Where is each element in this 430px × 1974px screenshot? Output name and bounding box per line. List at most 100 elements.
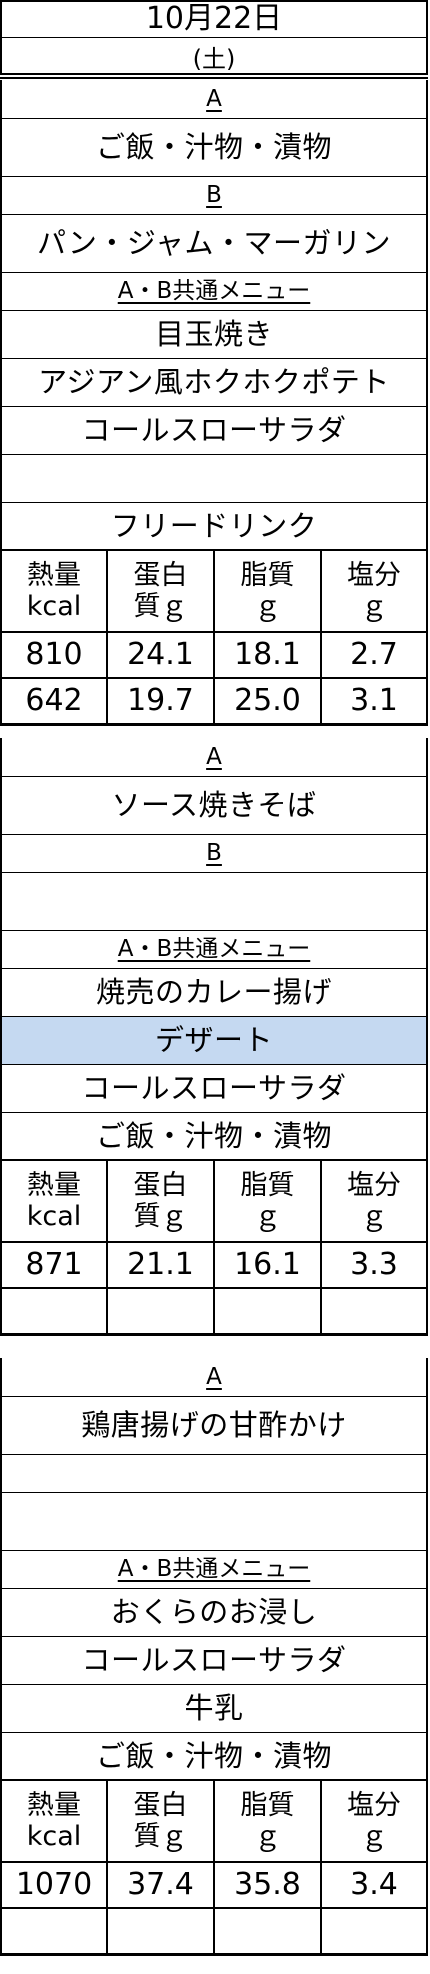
nutrition-header-cell: 塩分 ｇ [322,1780,426,1862]
nutrition-value-cell [2,1908,108,1954]
menu-text: ご飯・汁物・漬物 [95,1118,332,1153]
menu-text: A・B共通メニュー [117,1555,311,1582]
row-divider [0,214,428,215]
menu-section-1-s1-b-label: B [0,176,428,214]
nutrition-header-text: 質ｇ [133,591,188,622]
nutrition-header-text: 脂質 [240,1789,295,1821]
nutrition-header-text: kcal [26,591,82,622]
row-divider [0,272,428,273]
nutrition-header-cell: 蛋白 質ｇ [108,1780,215,1862]
nutrition-header-cell: 塩分 ｇ [322,1160,426,1242]
menu-text: A [206,85,222,112]
row-divider [0,73,428,75]
menu-section-3-s3-common-item1: おくらのお浸し [0,1588,428,1636]
nutrition-value-cell: 37.4 [108,1862,215,1908]
menu-section-2-s2-a-item1: ソース焼きそば [0,776,428,834]
nutrition-header-text: 蛋白 [133,1789,188,1821]
menu-section-3-s3-common-item4: ご飯・汁物・漬物 [0,1732,428,1780]
row-divider [0,834,428,835]
menu-section-2-s2-common-item1: 焼売のカレー揚げ [0,968,428,1016]
menu-section-3-nutrition-header: 熱量 kcal 蛋白 質ｇ 脂質 ｇ 塩分 ｇ [0,1780,428,1862]
nutrition-header-text: ｇ [360,591,388,622]
menu-text: A [206,1363,222,1390]
nutrition-value-cell: 25.0 [215,678,322,724]
nutrition-value-cell: 3.4 [350,1867,398,1902]
menu-text: A・B共通メニュー [117,935,311,962]
menu-text: 焼売のカレー揚げ [95,974,332,1009]
nutrition-header-text: ｇ [254,591,281,622]
menu-section-1-s1-common-item2: アジアン風ホクホクポテト [0,358,428,406]
nutrition-header-text: 塩分 [347,1789,401,1821]
row-divider [0,1454,428,1455]
nutrition-value-cell: 19.7 [108,678,215,724]
menu-section-1-s1-common-item3: コールスローサラダ [0,406,428,454]
nutrition-value-cell: 810 [2,632,108,678]
menu-section-1-s1-common-item4 [0,454,428,502]
menu-section-1-nutrition-header: 熱量 kcal 蛋白 質ｇ 脂質 ｇ 塩分 ｇ [0,550,428,632]
menu-section-3-s3-a-item1: 鶏唐揚げの甘酢かけ [0,1396,428,1454]
row-divider [0,1684,428,1685]
nutrition-header-cell: 熱量 kcal [2,1160,108,1242]
weekday-cell: (土) [0,38,428,74]
row-divider [0,1112,428,1113]
nutrition-value-cell [2,1288,108,1334]
row-divider [0,118,428,119]
menu-text: コールスローサラダ [81,1642,347,1677]
row-divider [0,1588,428,1589]
row-divider [0,776,428,777]
row-divider [0,358,428,359]
nutrition-value-cell: 24.1 [108,632,215,678]
nutrition-value-cell [322,1908,426,1954]
nutrition-value-cell: 3.1 [350,683,398,718]
row-divider [0,1396,428,1397]
row-divider [0,1953,428,1956]
menu-section-2-s2-common-item3: コールスローサラダ [0,1064,428,1112]
row-divider [0,872,428,873]
nutrition-header-cell: 熱量 kcal [2,1780,108,1862]
menu-section-3-s3-a-label: A [0,1358,428,1396]
nutrition-header-text: 塩分 [347,1169,401,1201]
nutrition-header-text: ｇ [254,1821,281,1852]
row-divider [0,1550,428,1551]
menu-section-3-s3-common-item2: コールスローサラダ [0,1636,428,1684]
row-divider [0,930,428,931]
nutrition-value-cell: 16.1 [215,1242,322,1288]
menu-text: コールスローサラダ [81,412,347,447]
menu-section-1-s1-b-item1: パン・ジャム・マーガリン [0,214,428,272]
nutrition-header-text: 質ｇ [133,1821,188,1852]
menu-section-3-s3-b-item1 [0,1492,428,1550]
nutrition-header-cell: 蛋白 質ｇ [108,1160,215,1242]
menu-text: アジアン風ホクホクポテト [38,364,390,399]
nutrition-header-text: 蛋白 [133,559,188,591]
nutrition-header-cell: 塩分 ｇ [322,550,426,632]
menu-section-2-s2-b-label: B [0,834,428,872]
nutrition-header-cell: 脂質 ｇ [215,1780,322,1862]
menu-text: パン・ジャム・マーガリン [36,225,391,260]
nutrition-header-text: 熱量 [27,559,81,591]
menu-section-2-nutrition-header: 熱量 kcal 蛋白 質ｇ 脂質 ｇ 塩分 ｇ [0,1160,428,1242]
menu-section-1-nutrition-row: 810 24.1 18.1 2.7 [0,632,428,678]
nutrition-value-cell: 1070 [2,1862,108,1908]
nutrition-header-cell: 蛋白 質ｇ [108,550,215,632]
menu-section-3-nutrition-row [0,1908,428,1954]
nutrition-header-cell: 脂質 ｇ [215,1160,322,1242]
nutrition-header-text: 熱量 [27,1789,81,1821]
menu-text: フリードリンク [110,508,318,543]
nutrition-header-text: ｇ [360,1201,388,1232]
row-divider [0,0,428,2]
menu-section-3-s3-b-label [0,1454,428,1492]
menu-text: おくらのお浸し [110,1594,318,1629]
row-divider [0,176,428,177]
nutrition-value-cell [108,1908,215,1954]
menu-section-1-s1-common-item1: 目玉焼き [0,310,428,358]
nutrition-header-cell: 熱量 kcal [2,550,108,632]
row-divider [0,77,428,79]
menu-section-2-s2-common-item4: ご飯・汁物・漬物 [0,1112,428,1160]
nutrition-value-cell: 642 [2,678,108,724]
nutrition-header-text: 脂質 [240,1169,295,1201]
menu-text: A・B共通メニュー [117,277,311,304]
menu-section-3-s3-common-item3: 牛乳 [0,1684,428,1732]
nutrition-value-cell: 18.1 [215,632,322,678]
menu-section-1-s1-common-item5: フリードリンク [0,502,428,550]
row-divider [0,968,428,969]
